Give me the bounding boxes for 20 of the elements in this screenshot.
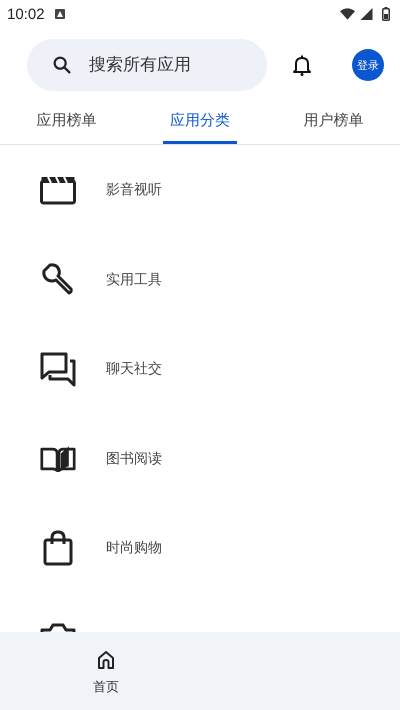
category-label[interactable]: 时尚购物 <box>106 530 162 566</box>
search-field[interactable]: 搜索所有应用 <box>27 39 267 91</box>
login-button[interactable]: 登录 <box>352 49 384 81</box>
nav-tab[interactable]: 首页 <box>78 632 134 710</box>
tab[interactable]: 应用分类 <box>163 100 237 144</box>
category-label[interactable]: 影音视听 <box>106 172 162 208</box>
category-label[interactable]: 图书阅读 <box>106 440 162 476</box>
category-label[interactable]: 实用工具 <box>106 262 162 298</box>
search-icon <box>51 54 73 76</box>
chat-bubbles-icon <box>40 351 76 387</box>
battery-icon <box>382 7 390 21</box>
category-label[interactable]: 聊天社交 <box>106 351 162 387</box>
tab[interactable]: 应用榜单 <box>30 100 104 144</box>
status-time: 10:02 <box>7 6 45 22</box>
notification-icon <box>54 9 65 19</box>
tab[interactable]: 用户榜单 <box>296 100 370 144</box>
home-icon <box>96 650 116 670</box>
bell-icon[interactable] <box>290 53 314 77</box>
wifi-icon <box>340 8 355 20</box>
signal-icon <box>359 8 374 20</box>
